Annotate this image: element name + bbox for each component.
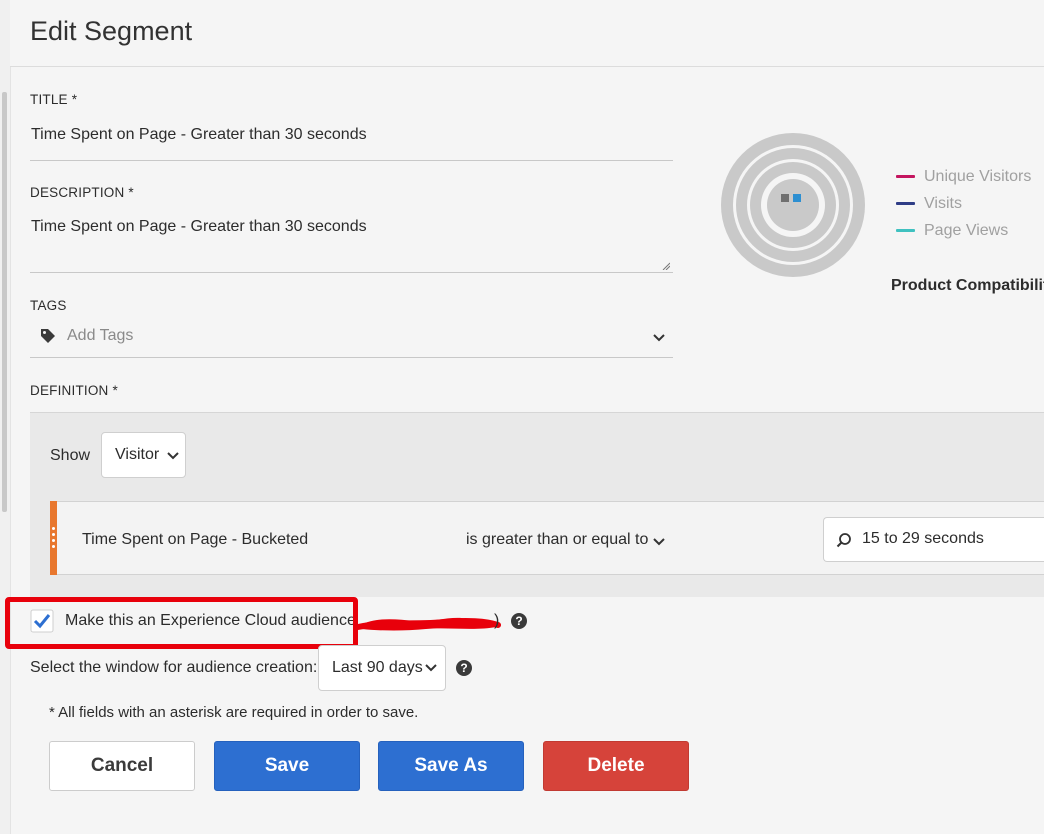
description-label: DESCRIPTION * [30, 185, 134, 200]
scrollbar-thumb[interactable] [2, 92, 7, 512]
window-select[interactable]: Last 90 days [318, 645, 446, 691]
tags-label: TAGS [30, 298, 67, 313]
help-icon[interactable]: ? [511, 613, 527, 629]
tags-underline [30, 357, 673, 358]
legend-color-visits [896, 202, 915, 205]
segment-ring-chart [721, 133, 865, 277]
rule-dimension: Time Spent on Page - Bucketed [82, 531, 309, 548]
title-underline [30, 160, 673, 161]
grip-icon[interactable] [50, 501, 57, 575]
audience-partial-text: ) [494, 612, 500, 629]
resize-handle-icon[interactable] [662, 262, 670, 270]
save-as-button[interactable]: Save As [378, 741, 524, 791]
legend-color-page-views [896, 229, 915, 232]
search-icon [836, 533, 851, 548]
chevron-down-icon[interactable] [652, 333, 666, 343]
chevron-down-icon [425, 664, 437, 672]
chevron-down-icon[interactable] [652, 537, 666, 547]
rule-value-field[interactable]: 15 to 29 seconds [823, 517, 1044, 562]
window-label: Select the window for audience creation: [30, 659, 318, 676]
show-label: Show [50, 447, 91, 464]
legend-visits: Visits [924, 195, 962, 212]
required-note: * All fields with an asterisk are requir… [49, 704, 419, 721]
legend-unique-visitors: Unique Visitors [924, 168, 1032, 185]
chevron-down-icon [167, 452, 179, 460]
rule-operator-select[interactable]: is greater than or equal to [466, 531, 648, 549]
cancel-button[interactable]: Cancel [49, 741, 195, 791]
page-title: Edit Segment [30, 16, 193, 46]
save-button[interactable]: Save [214, 741, 360, 791]
description-textarea[interactable]: Time Spent on Page - Greater than 30 sec… [31, 218, 367, 236]
legend-page-views: Page Views [924, 222, 1009, 239]
annotation-scribble [356, 617, 501, 631]
tags-input[interactable]: Add Tags [67, 327, 133, 345]
product-compatibility-label: Product Compatibility [891, 277, 1044, 294]
definition-label: DEFINITION * [30, 383, 118, 398]
title-input[interactable]: Time Spent on Page - Greater than 30 sec… [31, 126, 367, 144]
window-select-value: Last 90 days [332, 659, 423, 676]
help-icon[interactable]: ? [456, 660, 472, 676]
rule-value-text: 15 to 29 seconds [862, 530, 984, 547]
delete-button[interactable]: Delete [543, 741, 689, 791]
title-label: TITLE * [30, 92, 78, 107]
legend-color-unique-visitors [896, 175, 915, 178]
annotation-highlight-box [5, 597, 358, 649]
show-select-value: Visitor [115, 446, 160, 463]
description-underline [30, 272, 673, 273]
show-select[interactable]: Visitor [101, 432, 186, 478]
tag-icon [41, 329, 55, 343]
